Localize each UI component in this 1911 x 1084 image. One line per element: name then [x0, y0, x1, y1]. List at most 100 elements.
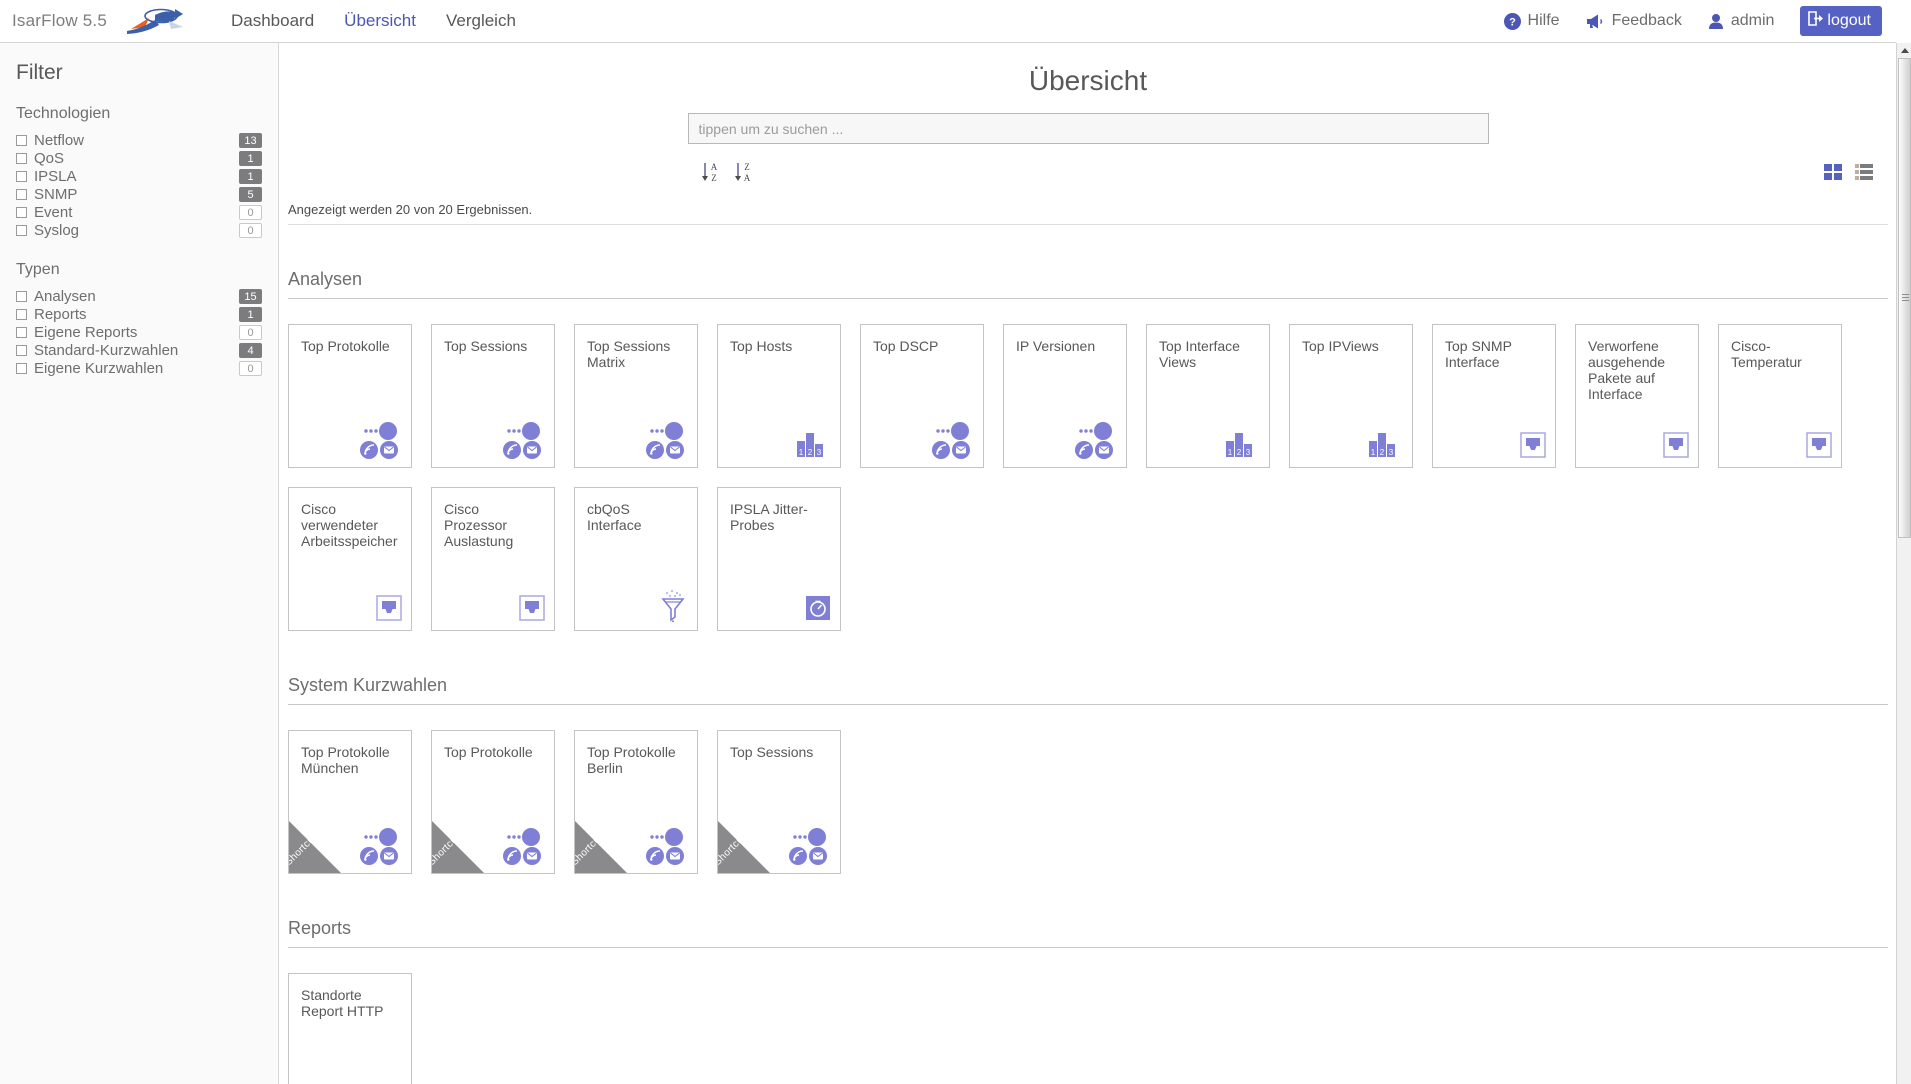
nav-item-vergleich[interactable]: Vergleich [445, 9, 517, 33]
card-cisco-prozessor-auslastung[interactable]: Cisco Prozessor Auslastung [431, 487, 555, 631]
list-view-icon[interactable] [1854, 162, 1874, 187]
checkbox-icon[interactable] [16, 135, 27, 146]
card-verworfene-ausgehende-pakete[interactable]: Verworfene ausgehende Pakete auf Interfa… [1575, 324, 1699, 468]
bar-chart-123-icon[interactable]: 1 2 3 [1214, 419, 1260, 459]
svg-text:2: 2 [1380, 448, 1385, 457]
snmp-port-icon[interactable] [1500, 419, 1546, 459]
sort-controls: A Z Z A [700, 160, 755, 189]
megaphone-icon [1586, 13, 1605, 30]
filter-item-reports[interactable]: Reports 1 [16, 305, 262, 323]
filter-item-eigene-kurzwahlen[interactable]: Eigene Kurzwahlen 0 [16, 359, 262, 377]
card-standorte-report-http[interactable]: Standorte Report HTTP [288, 973, 412, 1084]
card-title: Cisco Prozessor Auslastung [432, 488, 554, 549]
filter-count-badge: 1 [239, 169, 262, 184]
card-cbqos-interface[interactable]: cbQoS Interface [574, 487, 698, 631]
flow-actions-icon[interactable] [785, 825, 831, 865]
checkbox-icon[interactable] [16, 309, 27, 320]
filter-group-title: Technologien [16, 105, 262, 123]
card-top-hosts[interactable]: Top Hosts 1 2 3 [717, 324, 841, 468]
card-title: Cisco verwendeter Arbeitsspeicher [289, 488, 411, 549]
card-top-sessions-shortcut[interactable]: Top Sessions Shortcut [717, 730, 841, 874]
flow-actions-icon[interactable] [642, 825, 688, 865]
flow-actions-icon[interactable] [356, 419, 402, 459]
card-ip-versionen[interactable]: IP Versionen [1003, 324, 1127, 468]
checkbox-icon[interactable] [16, 189, 27, 200]
stopwatch-icon[interactable] [785, 582, 831, 622]
card-top-protokolle-muenchen[interactable]: Top Protokolle München Shortcut [288, 730, 412, 874]
flow-actions-icon[interactable] [499, 419, 545, 459]
user-menu[interactable]: admin [1708, 12, 1775, 30]
svg-text:?: ? [1509, 16, 1516, 28]
card-top-protokolle-berlin[interactable]: Top Protokolle Berlin Shortcut [574, 730, 698, 874]
filter-item-event[interactable]: Event 0 [16, 203, 262, 221]
card-top-sessions-matrix[interactable]: Top Sessions Matrix [574, 324, 698, 468]
sort-alpha-asc-icon[interactable]: A Z [700, 160, 722, 189]
page-title: Übersicht [280, 65, 1896, 97]
scrollbar-thumb[interactable] [1898, 58, 1911, 538]
filter-item-eigene-reports[interactable]: Eigene Reports 0 [16, 323, 262, 341]
bar-chart-123-icon[interactable]: 1 2 3 [1357, 419, 1403, 459]
feedback-button[interactable]: Feedback [1586, 12, 1682, 30]
header-actions: ? Hilfe Feedback admin [1504, 6, 1896, 36]
sort-alpha-desc-icon[interactable]: Z A [733, 160, 755, 189]
svg-text:3: 3 [817, 448, 822, 457]
grid-view-icon[interactable] [1823, 162, 1843, 187]
search-input[interactable] [688, 113, 1489, 144]
checkbox-icon[interactable] [16, 327, 27, 338]
snmp-port-icon[interactable] [356, 582, 402, 622]
snmp-port-icon[interactable] [499, 582, 545, 622]
card-top-snmp-interface[interactable]: Top SNMP Interface [1432, 324, 1556, 468]
bar-chart-123-icon[interactable]: 1 2 3 [785, 419, 831, 459]
help-button[interactable]: ? Hilfe [1504, 12, 1560, 30]
filter-label: Eigene Kurzwahlen [34, 360, 239, 377]
flow-actions-icon[interactable] [1071, 419, 1117, 459]
card-ipsla-jitter-probes[interactable]: IPSLA Jitter-Probes [717, 487, 841, 631]
snmp-port-icon[interactable] [1643, 419, 1689, 459]
checkbox-icon[interactable] [16, 153, 27, 164]
shortcut-ribbon [289, 821, 341, 873]
filter-item-qos[interactable]: QoS 1 [16, 149, 262, 167]
card-top-dscp[interactable]: Top DSCP [860, 324, 984, 468]
nav-item-uebersicht[interactable]: Übersicht [343, 9, 417, 33]
card-top-ipviews[interactable]: Top IPViews 1 2 3 [1289, 324, 1413, 468]
card-title: Verworfene ausgehende Pakete auf Interfa… [1576, 325, 1698, 402]
filter-item-snmp[interactable]: SNMP 5 [16, 185, 262, 203]
card-title: Top Sessions [432, 325, 554, 354]
flow-actions-icon[interactable] [499, 825, 545, 865]
flow-actions-icon[interactable] [642, 419, 688, 459]
filter-item-analysen[interactable]: Analysen 15 [16, 287, 262, 305]
shortcut-ribbon [575, 821, 627, 873]
scroll-up-arrow-icon[interactable] [1897, 43, 1911, 58]
filter-item-ipsla[interactable]: IPSLA 1 [16, 167, 262, 185]
snmp-port-icon[interactable] [1786, 419, 1832, 459]
svg-text:3: 3 [1246, 448, 1251, 457]
logout-button[interactable]: logout [1800, 6, 1882, 36]
checkbox-icon[interactable] [16, 225, 27, 236]
vertical-scrollbar[interactable] [1896, 43, 1911, 1084]
card-top-protokolle-shortcut[interactable]: Top Protokolle Shortcut [431, 730, 555, 874]
filter-count-badge: 0 [239, 361, 262, 376]
card-top-interface-views[interactable]: Top Interface Views 1 2 3 [1146, 324, 1270, 468]
flow-actions-icon[interactable] [356, 825, 402, 865]
checkbox-icon[interactable] [16, 207, 27, 218]
filter-item-netflow[interactable]: Netflow 13 [16, 131, 262, 149]
card-cisco-arbeitsspeicher[interactable]: Cisco verwendeter Arbeitsspeicher [288, 487, 412, 631]
list-toolbar: A Z Z A [280, 158, 1896, 190]
checkbox-icon[interactable] [16, 291, 27, 302]
card-top-protokolle[interactable]: Top Protokolle [288, 324, 412, 468]
filter-item-syslog[interactable]: Syslog 0 [16, 221, 262, 239]
filter-label: Eigene Reports [34, 324, 239, 341]
flow-actions-icon[interactable] [928, 419, 974, 459]
scrollbar-track[interactable] [1897, 58, 1911, 1069]
filter-title: Filter [16, 61, 262, 85]
checkbox-icon[interactable] [16, 363, 27, 374]
brand-name: IsarFlow 5.5 [12, 11, 107, 31]
nav-item-dashboard[interactable]: Dashboard [230, 9, 315, 33]
svg-text:2: 2 [808, 448, 813, 457]
card-top-sessions[interactable]: Top Sessions [431, 324, 555, 468]
checkbox-icon[interactable] [16, 345, 27, 356]
card-cisco-temperatur[interactable]: Cisco-Temperatur [1718, 324, 1842, 468]
funnel-icon[interactable] [642, 582, 688, 622]
checkbox-icon[interactable] [16, 171, 27, 182]
filter-item-standard-kurzwahlen[interactable]: Standard-Kurzwahlen 4 [16, 341, 262, 359]
